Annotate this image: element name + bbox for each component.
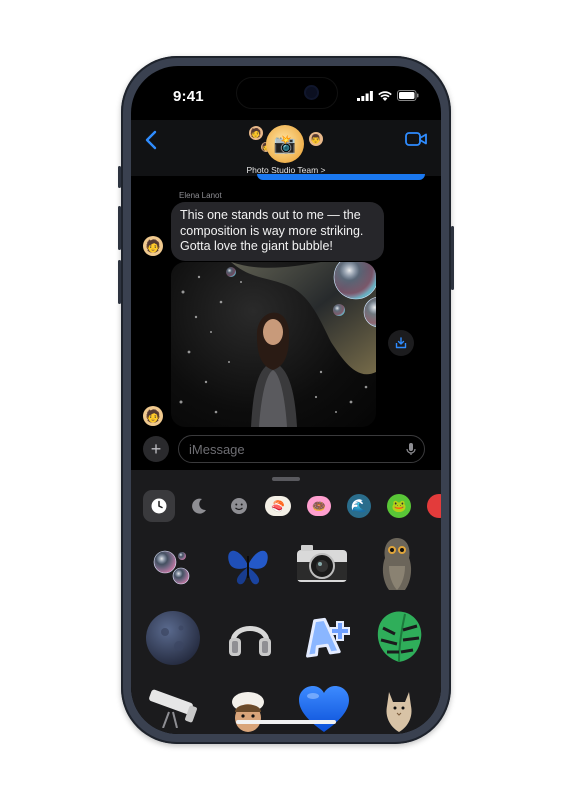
action-button [118,166,121,188]
microphone-icon[interactable] [406,442,416,456]
sticker-drawer: 🍣 🍩 🌊 🐸 [131,470,441,734]
photo-message[interactable] [171,262,376,427]
telescope-sticker[interactable] [145,688,199,728]
sender-avatar: 🧑 [143,236,163,256]
wave-sticker[interactable]: 🌊 [347,494,371,518]
battery-icon [397,90,419,101]
chevron-left-icon [145,130,157,150]
drawer-grabber[interactable] [272,477,300,481]
message-composer: + iMessage [131,430,441,470]
side-button [451,226,454,290]
bubbles-sticker[interactable] [151,542,197,588]
blue-heart-sticker[interactable] [297,684,351,734]
dynamic-island [236,77,338,109]
group-avatar[interactable]: 📸 [266,125,304,163]
portrait-photo [179,262,376,427]
conversation-header: 🧑 👩 📸 👨 Photo Studio Team > [131,120,441,176]
cellular-signal-icon [357,90,373,101]
download-tray-icon [395,337,407,349]
apps-plus-button[interactable]: + [143,436,169,462]
volume-down-button [118,260,121,304]
camera-lens [306,87,317,98]
sticker-category-bar: 🍣 🍩 🌊 🐸 [131,488,441,524]
facetime-button[interactable] [405,132,427,151]
camera-sticker[interactable] [295,542,349,586]
volume-up-button [118,206,121,250]
message-bubble[interactable]: This one stands out to me — the composit… [171,202,384,261]
headphones-sticker[interactable] [225,612,275,662]
sushi-sticker[interactable]: 🍣 [265,496,291,516]
status-time: 9:41 [173,88,204,105]
screen: 9:41 🧑 👩 📸 👨 Photo Studio Team > Elena L… [131,66,441,734]
moon-icon[interactable] [187,494,211,518]
memoji-face-icon[interactable] [227,494,251,518]
input-placeholder: iMessage [189,442,245,457]
red-item-sticker[interactable] [427,494,441,518]
previous-message-bubble [257,174,425,180]
back-button[interactable] [145,130,157,156]
message-input[interactable]: iMessage [178,435,425,463]
moon-sticker[interactable] [145,610,201,666]
recents-icon[interactable] [143,490,175,522]
video-camera-icon [405,132,427,146]
status-bar: 9:41 [131,66,441,120]
green-frog-sticker[interactable]: 🐸 [387,494,411,518]
wifi-icon [378,90,392,101]
memoji-sticker[interactable] [223,688,273,732]
sender-avatar: 🧑 [143,406,163,426]
sender-name: Elena Lanot [179,191,222,200]
pink-donut-sticker[interactable]: 🍩 [307,496,331,516]
save-photo-button[interactable] [388,330,414,356]
cat-sticker[interactable] [381,684,417,734]
butterfly-sticker[interactable] [223,540,273,590]
a-plus-sticker[interactable] [299,614,351,660]
owl-sticker[interactable] [375,536,419,592]
home-indicator[interactable] [236,720,336,724]
status-icons [357,90,419,101]
member-avatar: 🧑 [249,126,263,140]
phone-frame: 9:41 🧑 👩 📸 👨 Photo Studio Team > Elena L… [118,56,454,744]
monstera-leaf-sticker[interactable] [373,608,425,664]
member-avatar: 👨 [309,132,323,146]
